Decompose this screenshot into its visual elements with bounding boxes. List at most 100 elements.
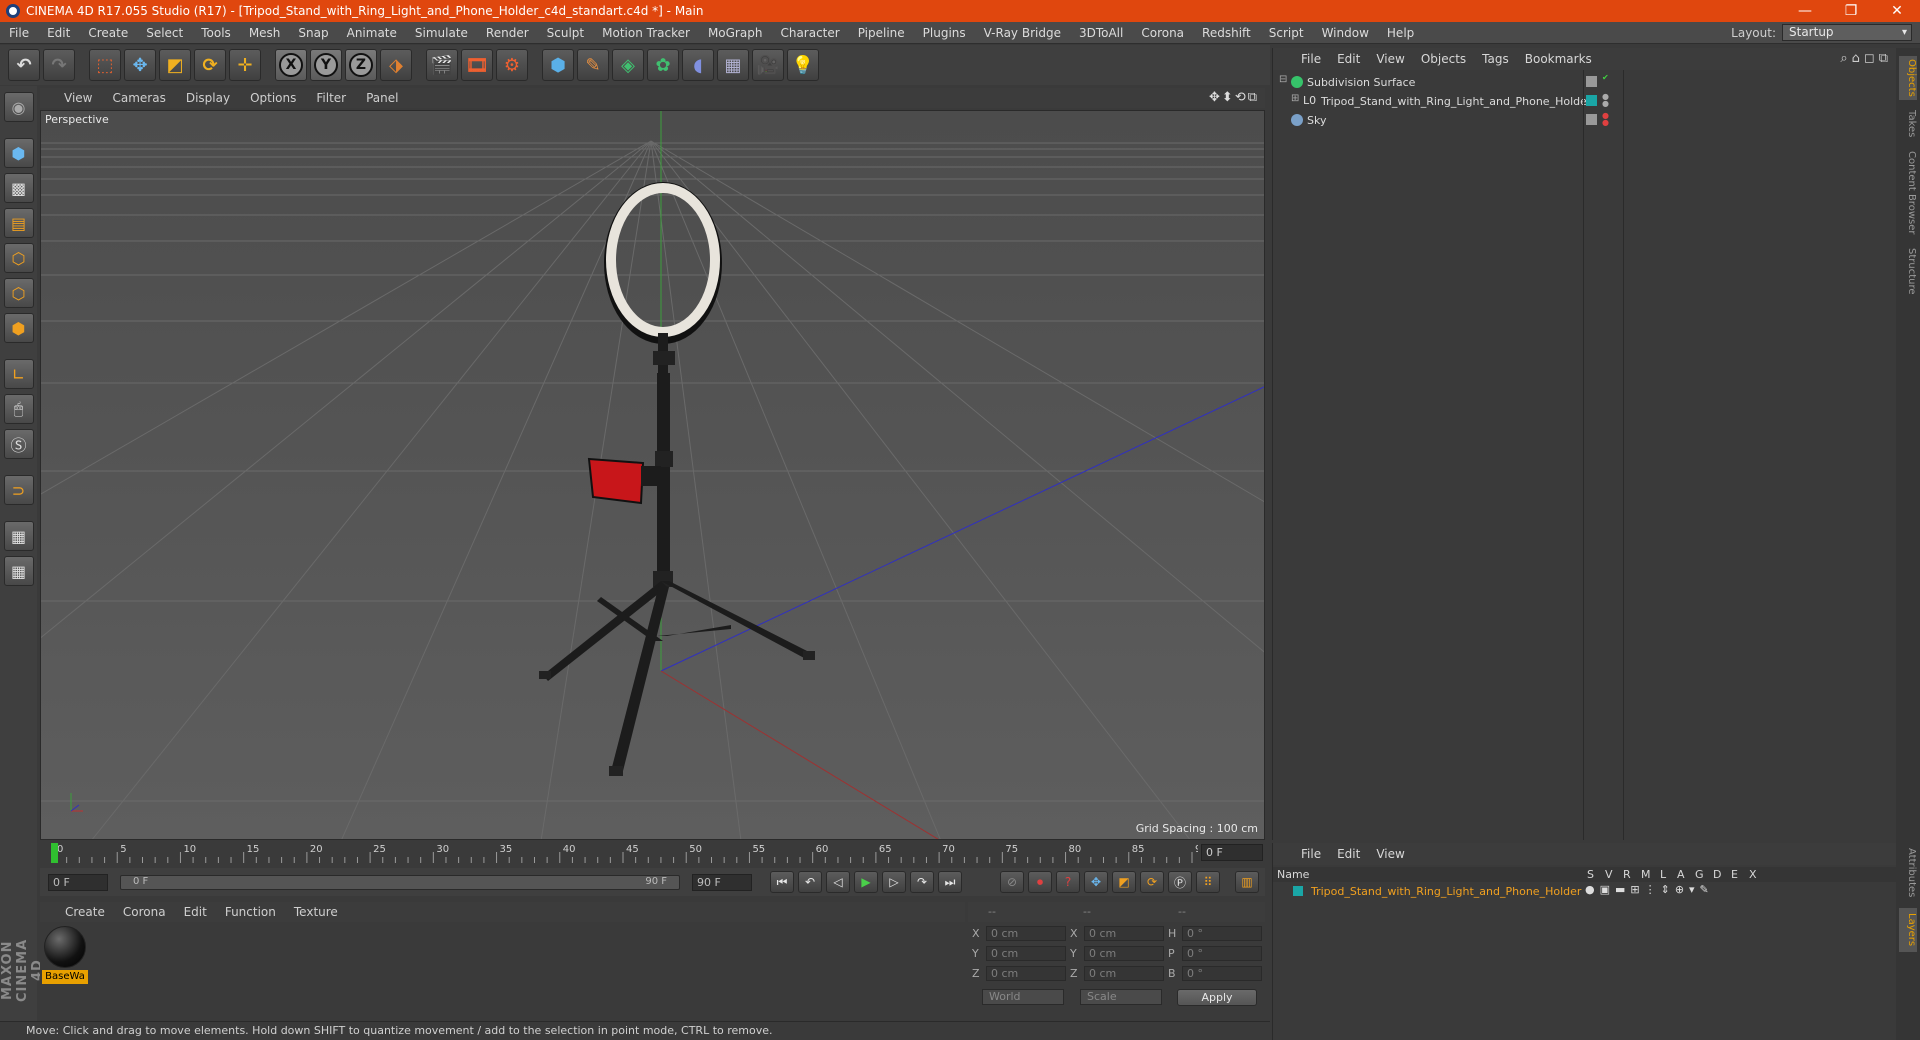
previous-frame-icon[interactable]: ◁ (826, 871, 850, 893)
size-y-field[interactable]: 0 cm (1084, 945, 1164, 961)
objects-menu-tags[interactable]: Tags (1474, 52, 1517, 66)
layer-col-deformers[interactable]: D (1713, 868, 1721, 881)
texture-mode-icon[interactable]: ▩ (3, 173, 34, 203)
object-name[interactable]: Sky (1307, 114, 1326, 127)
max-time-field[interactable]: 90 F (692, 873, 752, 891)
menu-create[interactable]: Create (79, 26, 137, 40)
current-frame-field[interactable]: 0 F (1201, 844, 1263, 861)
coordinate-system-icon[interactable]: ⬗ (380, 49, 412, 81)
layer-tag-icon[interactable] (1586, 76, 1597, 87)
timeline-playhead[interactable] (51, 843, 58, 863)
size-z-field[interactable]: 0 cm (1084, 965, 1164, 981)
scale-icon[interactable]: ◩ (159, 49, 191, 81)
polygons-mode-icon[interactable]: ⬢ (3, 313, 34, 343)
objects-menu-objects[interactable]: Objects (1413, 52, 1474, 66)
pen-spline-icon[interactable]: ✎ (577, 49, 609, 81)
next-frame-icon[interactable]: ▷ (882, 871, 906, 893)
menu-snap[interactable]: Snap (289, 26, 337, 40)
menu-3dtoall[interactable]: 3DToAll (1070, 26, 1132, 40)
menu-window[interactable]: Window (1313, 26, 1378, 40)
viewport-menu-cameras[interactable]: Cameras (102, 91, 175, 105)
timeline[interactable]: 051015202530354045505560657075808590 0 F (40, 842, 1265, 864)
menu-help[interactable]: Help (1378, 26, 1423, 40)
viewport-navigation-icons[interactable]: ✥⬍⟲⧉ (1209, 90, 1259, 105)
layer-col-manager[interactable]: M (1641, 868, 1651, 881)
live-selection-icon[interactable]: ⬚ (89, 49, 121, 81)
record-scale-icon[interactable]: ◩ (1112, 871, 1136, 893)
axis-mode-icon[interactable]: ∟ (3, 359, 34, 389)
play-icon[interactable]: ▶ (854, 871, 878, 893)
edges-mode-icon[interactable]: ⬡ (3, 278, 34, 308)
layout-dropdown[interactable]: Startup (1782, 24, 1912, 41)
material-menu-create[interactable]: Create (56, 905, 114, 919)
visibility-dots-icon[interactable]: ● ● (1602, 93, 1609, 108)
objects-menu-view[interactable]: View (1368, 52, 1412, 66)
edit-render-settings-icon[interactable]: ⚙ (496, 49, 528, 81)
planar-workplane-icon[interactable]: ▦ (3, 556, 34, 586)
layer-tag-icon[interactable] (1586, 114, 1597, 125)
viewport-menu-display[interactable]: Display (176, 91, 240, 105)
camera-icon[interactable]: 🎥 (752, 49, 784, 81)
menu-simulate[interactable]: Simulate (406, 26, 477, 40)
subdivision-icon[interactable]: ◈ (612, 49, 644, 81)
menu-sculpt[interactable]: Sculpt (538, 26, 593, 40)
rotation-h-field[interactable]: 0 ° (1182, 925, 1262, 941)
redo-icon[interactable]: ↷ (43, 49, 75, 81)
menu-vray-bridge[interactable]: V-Ray Bridge (975, 26, 1070, 40)
undo-icon[interactable]: ↶ (8, 49, 40, 81)
perspective-viewport[interactable]: Perspective Grid Spacing : 100 cm (40, 110, 1265, 840)
layers-menu-edit[interactable]: Edit (1329, 847, 1368, 861)
rotate-icon[interactable]: ⟳ (194, 49, 226, 81)
layer-col-locked[interactable]: L (1660, 868, 1666, 881)
last-tool-icon[interactable]: ✛ (229, 49, 261, 81)
tweak-mode-icon[interactable]: 🖱 (3, 394, 34, 424)
make-editable-icon[interactable]: ◉ (3, 92, 34, 122)
snapping-icon[interactable]: Ⓢ (3, 429, 34, 459)
menu-pipeline[interactable]: Pipeline (849, 26, 914, 40)
menu-corona[interactable]: Corona (1132, 26, 1193, 40)
rotation-p-field[interactable]: 0 ° (1182, 945, 1262, 961)
layers-menu-file[interactable]: File (1293, 847, 1329, 861)
objects-menu-file[interactable]: File (1293, 52, 1329, 66)
render-picture-viewer-icon[interactable]: 🎞 (461, 49, 493, 81)
expand-icon[interactable]: ⊞ (1291, 93, 1299, 104)
tab-objects[interactable]: Objects (1899, 56, 1917, 100)
material-menu-function[interactable]: Function (216, 905, 285, 919)
layers-menu-view[interactable]: View (1368, 847, 1412, 861)
goto-previous-keyframe-icon[interactable]: ↶ (798, 871, 822, 893)
magnet-icon[interactable]: ⊃ (3, 475, 34, 505)
objects-menu-edit[interactable]: Edit (1329, 52, 1368, 66)
menu-file[interactable]: File (0, 26, 38, 40)
tab-content-browser[interactable]: Content Browser (1899, 148, 1917, 238)
rotation-b-field[interactable]: 0 ° (1182, 965, 1262, 981)
layer-col-render[interactable]: R (1623, 868, 1631, 881)
layer-col-view[interactable]: V (1605, 868, 1613, 881)
array-icon[interactable]: ✿ (647, 49, 679, 81)
position-z-field[interactable]: 0 cm (986, 965, 1066, 981)
menu-select[interactable]: Select (137, 26, 192, 40)
record-active-objects-icon[interactable]: ⊘ (1000, 871, 1024, 893)
position-x-field[interactable]: 0 cm (986, 925, 1066, 941)
column-divider[interactable] (1583, 70, 1584, 840)
layer-col-animation[interactable]: A (1677, 868, 1685, 881)
maximize-button[interactable]: ❐ (1828, 0, 1874, 22)
object-manager-nav-icons[interactable]: ⌕⌂◻⧉ (1840, 51, 1892, 66)
record-point-level-icon[interactable]: ⠿ (1196, 871, 1220, 893)
menu-script[interactable]: Script (1260, 26, 1313, 40)
tab-attributes[interactable]: Attributes (1899, 843, 1917, 903)
objects-menu-bookmarks[interactable]: Bookmarks (1517, 52, 1600, 66)
material-menu-edit[interactable]: Edit (175, 905, 216, 919)
record-position-icon[interactable]: ✥ (1084, 871, 1108, 893)
cube-icon[interactable]: ⬢ (542, 49, 574, 81)
goto-start-icon[interactable]: ⏮ (770, 871, 794, 893)
object-name[interactable]: Subdivision Surface (1307, 76, 1415, 89)
viewport-menu-filter[interactable]: Filter (306, 91, 356, 105)
model-mode-icon[interactable]: ⬢ (3, 138, 34, 168)
workplane-mode-icon[interactable]: ▤ (3, 208, 34, 238)
goto-next-keyframe-icon[interactable]: ↷ (910, 871, 934, 893)
menu-motion-tracker[interactable]: Motion Tracker (593, 26, 699, 40)
viewport-menu-view[interactable]: View (54, 91, 102, 105)
min-time-field[interactable]: 0 F (48, 873, 108, 891)
coordinate-mode-dropdown[interactable]: World (982, 989, 1064, 1005)
layer-row[interactable]: Tripod_Stand_with_Ring_Light_and_Phone_H… (1273, 883, 1896, 901)
